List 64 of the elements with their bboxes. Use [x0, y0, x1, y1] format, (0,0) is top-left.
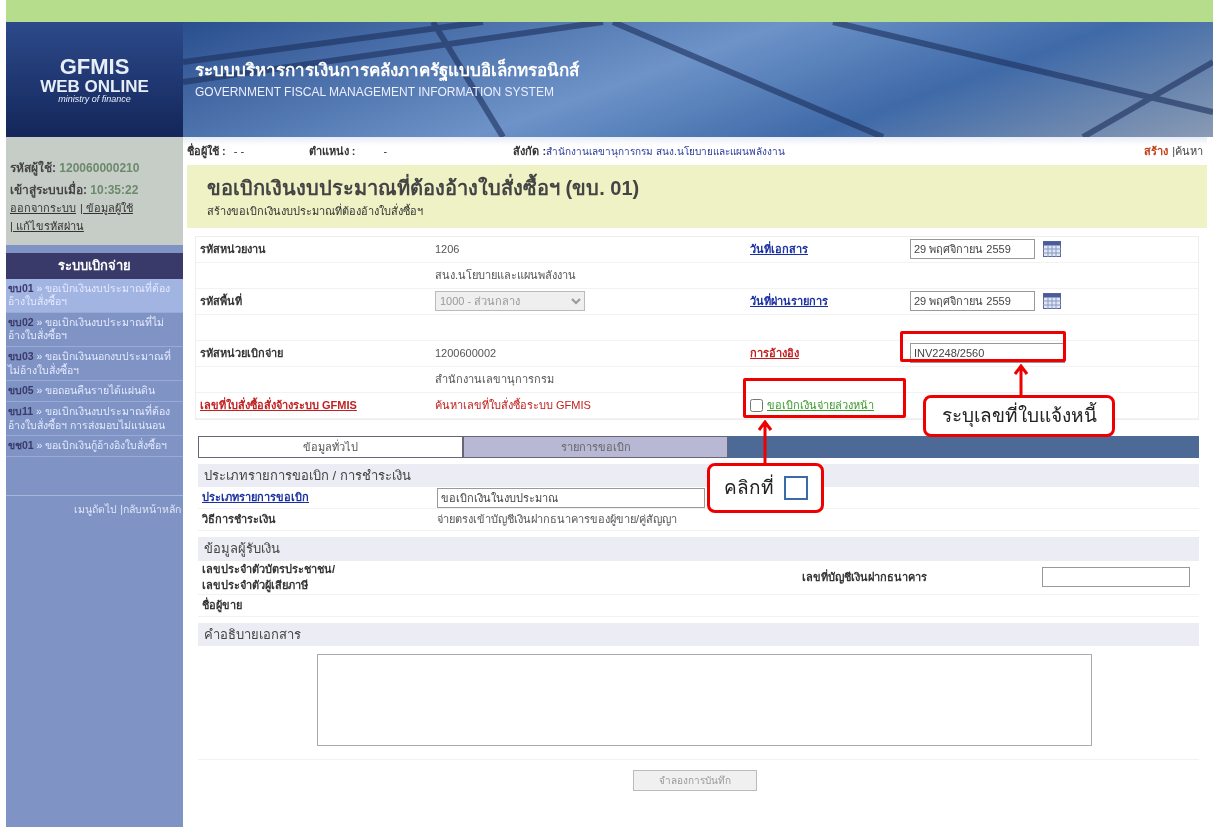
menu-item[interactable]: ขบ03 » ขอเบิกเงินนอกงบประมาณที่ไม่อ้างใบสั่งซื้อฯ — [6, 347, 183, 382]
field-value: 1206 — [435, 242, 460, 255]
login-time: 10:35:22 — [90, 183, 139, 197]
logo-text: ministry of finance — [58, 94, 131, 104]
tab[interactable]: รายการขอเบิก — [463, 435, 728, 458]
menu-item[interactable]: ขช01 » ขอเบิกเงินกู้อ้างอิงใบสั่งซื้อฯ — [6, 436, 183, 457]
field-value: สำนักงานเลขานุการกรม — [435, 372, 554, 385]
field-label: รหัสหน่วยงาน — [200, 242, 266, 255]
checkbox-icon — [783, 476, 808, 500]
menu-item[interactable]: ขบ11 » ขอเบิกเงินงบประมาณที่ต้องอ้างใบสั่งซื้อฯ การส่งมอบไม่แน่นอน — [6, 402, 183, 437]
affiliation-label: สังกัด : — [513, 143, 547, 159]
field-label: รหัสหน่วยเบิกจ่าย — [200, 346, 283, 359]
login-label: เข้าสู่ระบบเมื่อ: — [10, 183, 88, 197]
menu-item[interactable]: ขบ02 » ขอเบิกเงินงบประมาณที่ไม่อ้างใบสั่งซื้อฯ — [6, 312, 183, 348]
field-label: ชื่อผู้ขาย — [202, 598, 242, 611]
page-title: ขอเบิกเงินงบประมาณที่ต้องอ้างใบสั่งซื้อฯ (ขบ. 01) — [207, 173, 1187, 203]
field-link[interactable]: การอ้างอิง — [750, 346, 799, 359]
user-link[interactable]: | แก้ไขรหัสผ่าน — [10, 220, 84, 232]
field-link[interactable]: วันที่ผ่านรายการ — [750, 294, 828, 307]
field-label: เลขประจำตัวบัตรประชาชน/ เลขประจำตัวผู้เสียภาษี — [202, 561, 337, 594]
callout-label: คลิกที่ — [723, 473, 774, 500]
field-value: สนง.นโยบายและแผนพลังงาน — [435, 268, 577, 281]
menu-title: ระบบเบิกจ่าย — [6, 253, 183, 279]
banner-title: ระบบบริหารการเงินการคลังภาครัฐแบบอิเล็กทรอนิกส์ — [195, 57, 581, 83]
banner-subtitle: GOVERNMENT FISCAL MANAGEMENT INFORMATION SYSTEM — [195, 84, 555, 102]
field-link[interactable]: เลขที่ใบสั่งซื้อสั่งจ้างระบบ GFMIS — [200, 398, 357, 411]
section-header: ข้อมูลผู้รับเงิน — [198, 537, 1199, 561]
field-link[interactable]: ประเภทรายการขอเบิก — [202, 491, 309, 504]
user-link[interactable]: | ข้อมูลผู้ใช้ — [80, 202, 133, 214]
user-link[interactable]: ออกจากระบบ — [10, 202, 76, 214]
position-label: ตำแหน่ง : — [308, 143, 356, 159]
calendar-icon[interactable] — [1043, 293, 1061, 309]
calendar-icon[interactable] — [1043, 241, 1061, 257]
description-field[interactable] — [317, 654, 1092, 746]
search-link[interactable]: |ค้นหา — [1172, 142, 1203, 160]
section-header: คำอธิบายเอกสาร — [198, 622, 1199, 646]
create-link[interactable]: สร้าง — [1144, 142, 1169, 160]
type-field[interactable]: ขอเบิกเงินในงบประมาณ — [437, 487, 705, 508]
search-link[interactable]: ค้นหาเลขที่ใบสั่งซื้อระบบ GFMIS — [435, 398, 591, 411]
affiliation-value: สำนักงานเลขานุการกรม สนง.นโยบายและแผนพลังงาน — [546, 145, 786, 157]
date-field[interactable]: 29 พฤศจิกายน 2559 — [910, 239, 1035, 259]
arrow — [1014, 364, 1028, 396]
field-link[interactable]: วันที่เอกสาร — [750, 242, 808, 255]
user-id: 120060000210 — [59, 161, 140, 175]
position-value: - — [383, 143, 389, 159]
date-field[interactable]: 29 พฤศจิกายน 2559 — [910, 291, 1035, 311]
logo-text: WEB ONLINE — [40, 77, 149, 95]
field-label: เลขที่บัญชีเงินฝากธนาคาร — [802, 570, 927, 583]
user-value: - - — [233, 143, 246, 159]
checkbox[interactable] — [750, 398, 763, 412]
user-label: ชื่อผู้ใช้ : — [187, 142, 226, 160]
tab[interactable]: ข้อมูลทั่วไป — [198, 435, 463, 458]
field-value: จ่ายตรงเข้าบัญชีเงินฝากธนาคารของผู้ขาย/คู่สัญญา — [437, 513, 678, 526]
page-subtitle: สร้างขอเบิกเงินงบประมาณที่ต้องอ้างใบสั่งซื้อฯ — [207, 203, 424, 219]
field-label: วิธีการชำระเงิน — [202, 513, 276, 526]
menu-item[interactable]: ขบ05 » ขอถอนคืนรายได้แผ่นดิน — [6, 381, 183, 402]
field-label: รหัสพื้นที่ — [200, 294, 242, 307]
user-id-label: รหัสผู้ใช้: — [10, 161, 57, 175]
field-value: 1200600002 — [435, 346, 497, 359]
menu-item[interactable]: ขบ01 » ขอเบิกเงินงบประมาณที่ต้องอ้างใบสั่งซื้อฯ — [6, 278, 183, 313]
instruction-tooltip: ระบุเลขที่ใบแจ้งหนี้ — [923, 395, 1115, 437]
bank-account-field[interactable] — [1042, 567, 1190, 587]
logo-text: GFMIS — [59, 55, 130, 78]
advance-payment-link[interactable]: ขอเบิกเงินจ่ายล่วงหน้า — [767, 396, 874, 414]
